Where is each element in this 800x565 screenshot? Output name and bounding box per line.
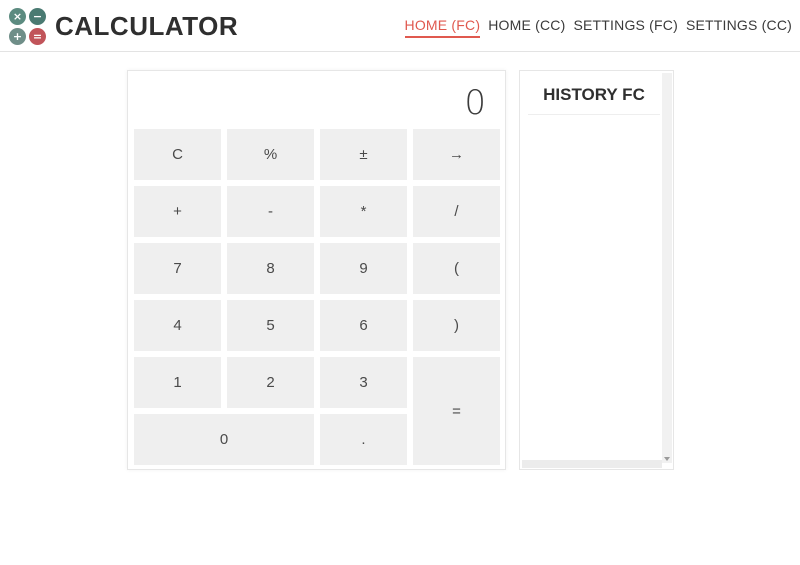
decimal-key[interactable]: . [320,414,407,465]
calculator-logo-icon[interactable]: × − + = [8,7,48,47]
logo-glyph-multiply: × [12,10,23,23]
horizontal-scrollbar[interactable] [522,460,662,468]
vertical-scrollbar[interactable] [662,73,672,463]
clear-key[interactable]: C [134,129,221,180]
calculator-display: 0 [464,83,486,123]
digit-9-key[interactable]: 9 [320,243,407,294]
digit-3-key[interactable]: 3 [320,357,407,408]
digit-4-key[interactable]: 4 [134,300,221,351]
app-header: × − + = CALCULATOR HOME (FC) HOME (CC) S… [0,0,800,52]
subtract-key[interactable]: - [227,186,314,237]
logo-glyph-equals: = [32,30,43,43]
digit-1-key[interactable]: 1 [134,357,221,408]
add-key[interactable]: + [134,186,221,237]
logo-quadrant: − [29,8,46,25]
calculator-panel: 0 C % ± → + - * / 7 8 9 ( 4 5 6 ) 1 2 3 … [127,70,506,470]
logo-glyph-plus: + [12,30,23,43]
percent-key[interactable]: % [227,129,314,180]
nav-settings-cc[interactable]: SETTINGS (CC) [686,14,792,38]
nav-home-fc[interactable]: HOME (FC) [404,14,481,38]
logo-glyph-minus: − [32,10,43,23]
keypad: C % ± → + - * / 7 8 9 ( 4 5 6 ) 1 2 3 = … [134,129,500,465]
digit-7-key[interactable]: 7 [134,243,221,294]
nav-settings-fc[interactable]: SETTINGS (FC) [573,14,677,38]
equals-key[interactable]: = [413,357,500,465]
logo-quadrant: × [9,8,26,25]
digit-6-key[interactable]: 6 [320,300,407,351]
sign-key[interactable]: ± [320,129,407,180]
close-paren-key[interactable]: ) [413,300,500,351]
digit-0-key[interactable]: 0 [134,414,314,465]
backspace-key[interactable]: → [413,129,500,180]
history-list[interactable] [528,117,660,457]
history-title: HISTORY FC [528,79,660,115]
open-paren-key[interactable]: ( [413,243,500,294]
history-panel: HISTORY FC [519,70,674,470]
app-title[interactable]: CALCULATOR [55,10,238,42]
divide-key[interactable]: / [413,186,500,237]
digit-2-key[interactable]: 2 [227,357,314,408]
top-nav: HOME (FC) HOME (CC) SETTINGS (FC) SETTIN… [404,14,792,38]
logo-quadrant: + [9,28,26,45]
logo-quadrant: = [29,28,46,45]
digit-5-key[interactable]: 5 [227,300,314,351]
multiply-key[interactable]: * [320,186,407,237]
digit-8-key[interactable]: 8 [227,243,314,294]
nav-home-cc[interactable]: HOME (CC) [488,14,565,38]
scroll-down-arrow-icon[interactable] [664,457,670,461]
